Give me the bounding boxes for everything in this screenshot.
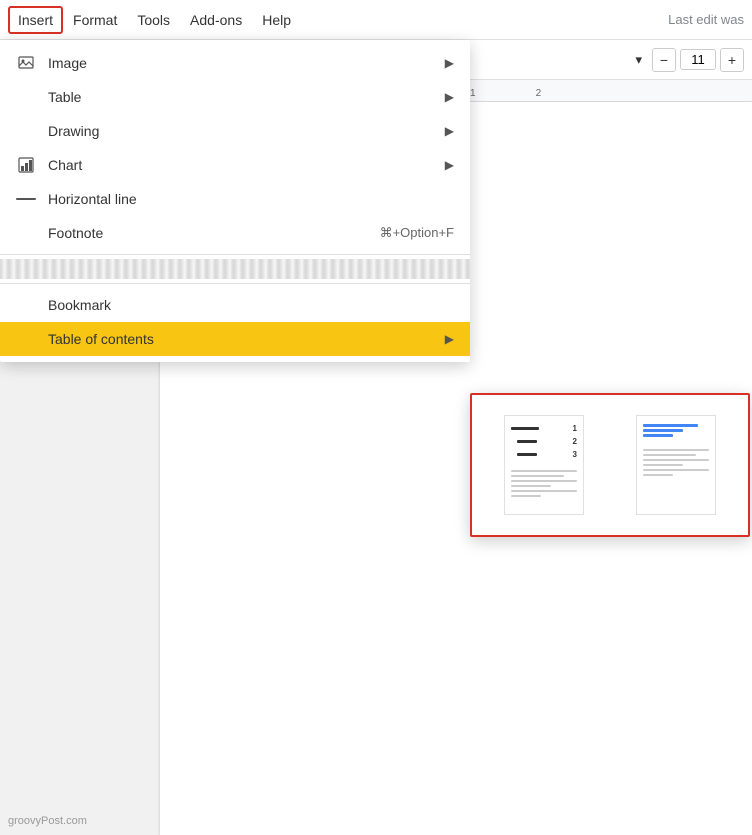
bookmark-icon [16,295,36,315]
toc2-body-5 [643,469,709,471]
font-dropdown[interactable]: ▾ [629,48,648,72]
font-size-control: − 11 + [652,48,744,72]
watermark: groovyPost.com [8,815,87,827]
footnote-label: Footnote [48,225,368,241]
toc-submenu: 1 2 3 [470,393,750,537]
ruler-mark-1: 1 [470,88,476,99]
toc-label: Table of contents [48,331,433,347]
toc1-dash2 [517,440,537,443]
toc1-dash3 [517,453,537,456]
ruler-mark-2: 2 [536,88,542,99]
chart-label: Chart [48,157,433,173]
last-edit-text: Last edit was [668,12,744,27]
font-size-value[interactable]: 11 [680,49,716,70]
toc-option-numbered[interactable]: 1 2 3 [484,407,604,523]
menu-row-drawing[interactable]: Drawing ▶ [0,114,470,148]
footnote-shortcut: ⌘+Option+F [380,225,454,241]
menu-divider-1 [0,254,470,255]
menu-row-horizontal-line[interactable]: Horizontal line [0,182,470,216]
toc2-body-6 [643,474,673,476]
drawing-arrow-icon: ▶ [445,124,454,138]
image-icon [16,53,36,73]
drawing-label: Drawing [48,123,433,139]
footnote-icon [16,223,36,243]
body-line-4 [511,485,551,487]
chart-icon [16,155,36,175]
menu-row-table[interactable]: Table ▶ [0,80,470,114]
chart-arrow-icon: ▶ [445,158,454,172]
horizontal-line-icon [16,189,36,209]
table-label: Table [48,89,433,105]
toc2-line-2 [643,429,683,432]
image-arrow-icon: ▶ [445,56,454,70]
toc2-line-1 [643,424,698,427]
toc1-row2: 2 [511,437,577,446]
toc-arrow-icon: ▶ [445,332,454,346]
menu-row-table-of-contents[interactable]: Table of contents ▶ [0,322,470,356]
menu-row-image[interactable]: Image ▶ [0,46,470,80]
drawing-icon [16,121,36,141]
body-line-6 [511,495,541,497]
table-icon [16,87,36,107]
toc-option-linked[interactable] [616,407,736,523]
toolbar-right: ▾ − 11 + [629,48,744,72]
toc2-body-1 [643,449,709,451]
horizontal-line-label: Horizontal line [48,191,454,207]
toc-preview-numbered: 1 2 3 [504,415,584,515]
menu-bar: Insert Format Tools Add-ons Help Last ed… [0,0,752,40]
insert-dropdown-menu: Image ▶ Table ▶ Drawing ▶ Chart ▶ Horizo… [0,40,470,362]
toc1-row1: 1 [511,424,577,433]
body-line-2 [511,475,564,477]
torn-edge [0,259,470,279]
menu-item-addons[interactable]: Add-ons [180,6,252,34]
menu-row-bookmark[interactable]: Bookmark [0,288,470,322]
menu-row-chart[interactable]: Chart ▶ [0,148,470,182]
bookmark-label: Bookmark [48,297,454,313]
toc-icon [16,329,36,349]
image-label: Image [48,55,433,71]
toc2-body-3 [643,459,709,461]
decrease-font-button[interactable]: − [652,48,676,72]
menu-item-insert[interactable]: Insert [8,6,63,34]
dropdown-arrow-icon: ▾ [635,52,642,68]
menu-divider-2 [0,283,470,284]
menu-item-tools[interactable]: Tools [127,6,180,34]
body-line-5 [511,490,577,492]
table-arrow-icon: ▶ [445,90,454,104]
menu-item-format[interactable]: Format [63,6,127,34]
toc2-line-3 [643,434,673,437]
body-line-1 [511,470,577,472]
toc2-body-4 [643,464,683,466]
body-line-3 [511,480,577,482]
toc-preview-linked [636,415,716,515]
toc1-row3: 3 [511,450,577,459]
toc2-body-2 [643,454,696,456]
increase-font-button[interactable]: + [720,48,744,72]
menu-row-footnote[interactable]: Footnote ⌘+Option+F [0,216,470,250]
toc2-heading [643,424,709,437]
toc1-dash-long [511,427,539,430]
menu-item-help[interactable]: Help [252,6,301,34]
